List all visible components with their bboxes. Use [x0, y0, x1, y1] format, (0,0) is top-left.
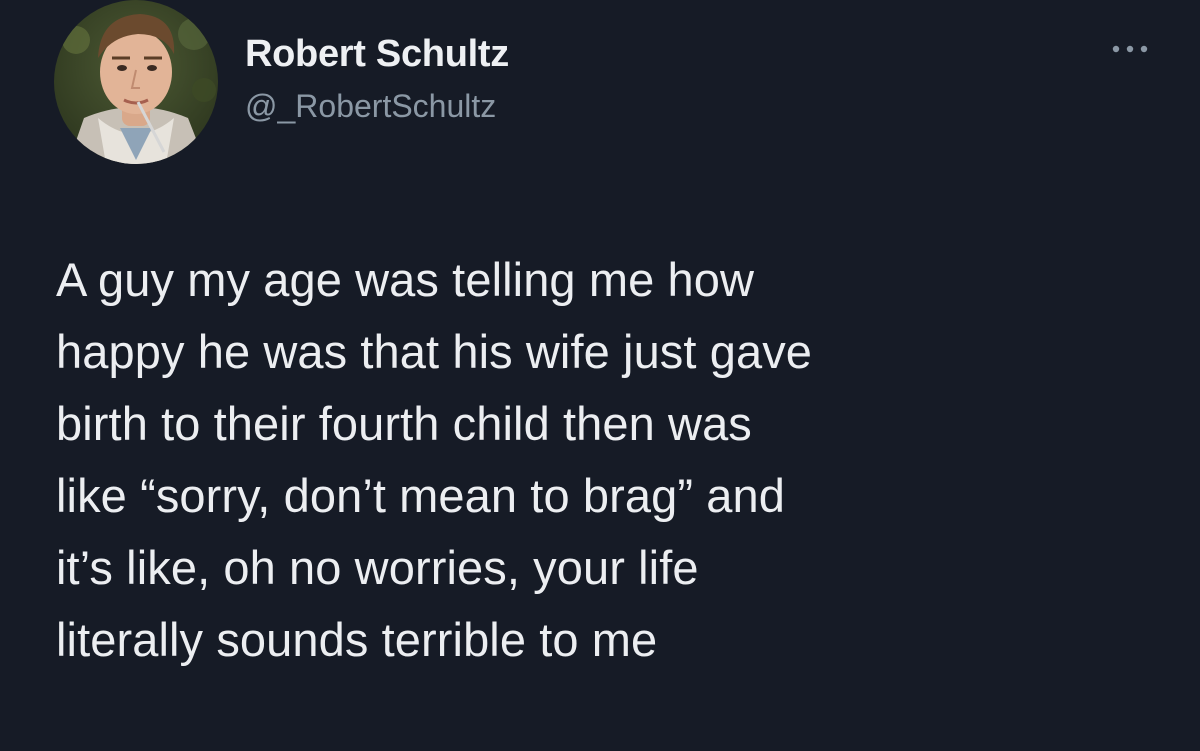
tweet-text-line: happy he was that his wife just gave — [56, 325, 813, 378]
tweet-text-line: like “sorry, don’t mean to brag” and — [56, 469, 785, 522]
tweet-text-line: A guy my age was telling me how — [56, 253, 755, 306]
more-options-icon — [1112, 45, 1148, 53]
tweet-text-line: literally sounds terrible to me — [56, 613, 658, 666]
tweet-text: A guy my age was telling me how happy he… — [56, 244, 1176, 676]
more-options-button[interactable] — [1104, 34, 1156, 64]
author-display-name[interactable]: Robert Schultz — [245, 30, 509, 78]
author-info: Robert Schultz @_RobertSchultz — [245, 30, 509, 126]
avatar-icon — [54, 0, 218, 164]
tweet-text-line: birth to their fourth child then was — [56, 397, 752, 450]
tweet-text-line: it’s like, oh no worries, your life — [56, 541, 699, 594]
tweet-card: Robert Schultz @_RobertSchultz A guy my … — [0, 0, 1200, 751]
author-handle[interactable]: @_RobertSchultz — [245, 86, 509, 126]
author-avatar[interactable] — [54, 0, 218, 164]
